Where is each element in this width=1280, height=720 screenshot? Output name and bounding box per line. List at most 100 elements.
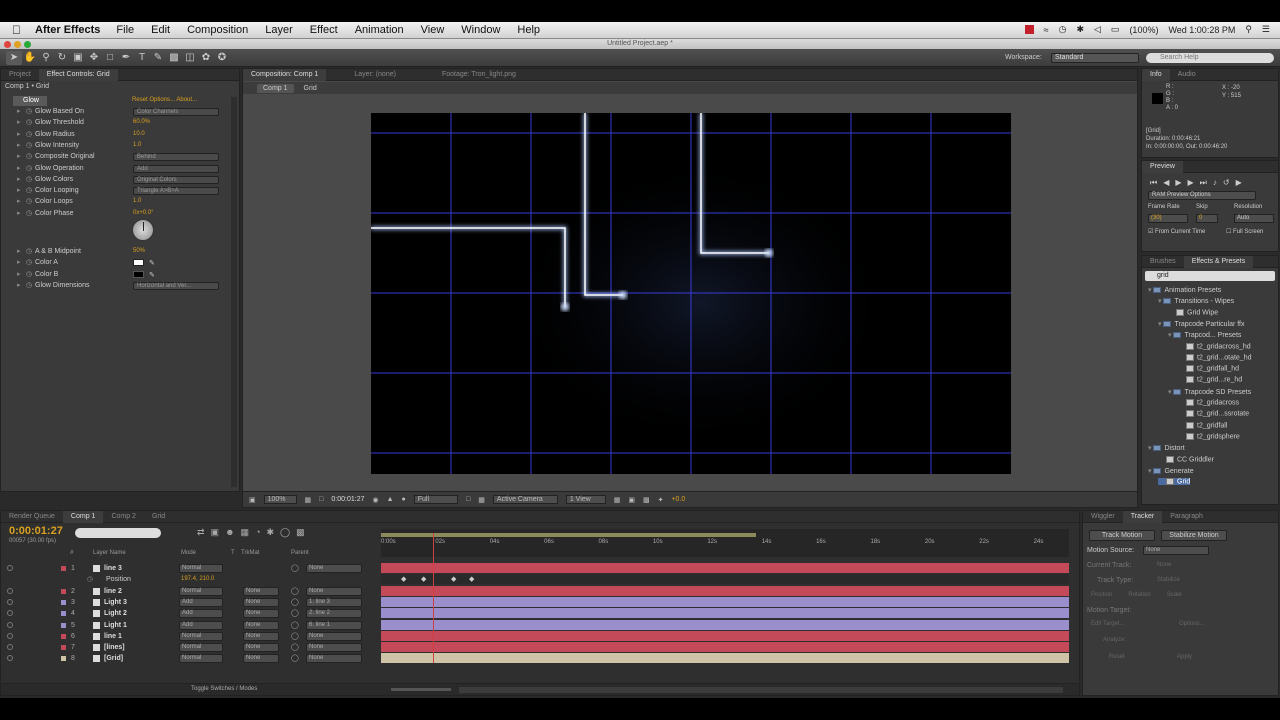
snapshot-icon[interactable]: ◉ [372, 496, 378, 504]
apple-icon[interactable]:  [12, 23, 21, 37]
apply-button[interactable]: Apply [1177, 654, 1192, 660]
expand-arrow-icon[interactable]: ▸ [17, 280, 21, 291]
trkmat-select[interactable]: None [243, 586, 279, 596]
parent-select[interactable]: None [306, 643, 362, 653]
property-value[interactable]: 0x+0.0° [133, 208, 154, 219]
zoom-tool-icon[interactable]: ⚲ [38, 51, 54, 65]
layer-name[interactable]: Light 2 [104, 608, 127, 619]
tab-layer[interactable]: Layer: (none) [346, 69, 404, 81]
pick-whip-icon[interactable]: ◯ [291, 597, 299, 608]
layer-duration-bar[interactable] [381, 563, 1069, 573]
layer-row[interactable]: 4 Light 2 Add None ◯ 2. line 2 [1, 608, 1081, 619]
mask-icon[interactable]: □ [319, 496, 323, 503]
options-button[interactable]: Options... [1179, 621, 1205, 627]
expand-arrow-icon[interactable]: ▸ [17, 257, 21, 268]
mode-select[interactable]: Add [179, 620, 223, 630]
clock[interactable]: Wed 1:00:28 PM [1168, 25, 1235, 35]
next-frame-icon[interactable]: ▶ [1188, 178, 1194, 188]
flowchart-icon[interactable]: ✦ [658, 496, 664, 504]
current-time-indicator[interactable] [432, 533, 434, 663]
eraser-tool-icon[interactable]: ◫ [182, 51, 198, 65]
label-color-swatch[interactable] [61, 611, 66, 617]
visibility-icon[interactable] [7, 598, 13, 605]
ram-preview-options[interactable]: RAM Preview Options [1148, 191, 1256, 200]
trkmat-select[interactable]: None [243, 654, 279, 664]
tab-render-queue[interactable]: Render Queue [1, 511, 63, 523]
expand-arrow-icon[interactable]: ▸ [17, 140, 21, 151]
draft-3d-icon[interactable]: ▣ [211, 527, 220, 538]
keyframe-track[interactable]: ◆ ◆ ◆ ◆ [381, 574, 1069, 585]
col-trkmat[interactable]: TrkMat [241, 550, 259, 556]
effects-tree-folder[interactable]: ▾ Animation Presets [1148, 286, 1221, 294]
pick-whip-icon[interactable]: ◯ [291, 653, 299, 664]
parent-select[interactable]: None [306, 631, 362, 641]
stopwatch-icon[interactable]: ◷ [26, 269, 32, 280]
menu-layer[interactable]: Layer [265, 24, 293, 36]
time-ruler[interactable]: 0:00s 02s 04s 06s 08s 10s 12s 14s 16s 18s 20s 22s 24… [381, 529, 1069, 557]
track-motion-button[interactable]: Track Motion [1089, 530, 1155, 541]
stopwatch-icon[interactable]: ◷ [87, 574, 93, 585]
effects-tree-folder[interactable]: ▾ Trapcode SD Presets [1168, 388, 1251, 396]
workspace-select[interactable]: Standard [1051, 53, 1139, 63]
timeline-icon[interactable]: ▩ [643, 496, 650, 504]
col-number[interactable]: # [70, 550, 73, 556]
effects-tree-item[interactable]: t2_grid...re_hd [1178, 376, 1242, 384]
play-icon[interactable]: ▶ [1175, 178, 1181, 188]
timeline-scrollbar[interactable] [459, 687, 1063, 693]
tab-paragraph[interactable]: Paragraph [1162, 511, 1211, 523]
tab-comp-1[interactable]: Comp 1 [62, 510, 104, 523]
menu-window[interactable]: Window [461, 24, 500, 36]
timeline-timecode[interactable]: 0:00:01:27 [9, 525, 63, 537]
pen-tool-icon[interactable]: ✒ [118, 51, 134, 65]
expand-arrow-icon[interactable]: ▸ [17, 163, 21, 174]
stopwatch-icon[interactable]: ◷ [26, 196, 32, 207]
search-icon[interactable]: ⚲ [1245, 24, 1252, 35]
mode-select[interactable]: Add [179, 597, 223, 607]
stopwatch-icon[interactable]: ◷ [26, 174, 32, 185]
layer-row[interactable]: 5 Light 1 Add None ◯ 6. line 1 [1, 619, 1081, 631]
tab-grid[interactable]: Grid [144, 511, 173, 523]
exposure-value[interactable]: +0.0 [671, 496, 685, 503]
time-machine-icon[interactable]: ◷ [1059, 24, 1067, 35]
stopwatch-icon[interactable]: ◷ [26, 117, 32, 128]
mode-select[interactable]: Normal [179, 564, 223, 573]
tab-effect-controls[interactable]: Effect Controls: Grid [38, 68, 118, 81]
tab-tracker[interactable]: Tracker [1122, 510, 1163, 523]
list-icon[interactable]: ☰ [1262, 24, 1270, 35]
frame-rate-select[interactable]: (30) [1148, 214, 1188, 223]
property-row[interactable]: ◷ Position 197.4, 210.0 ◆ ◆ ◆ ◆ [1, 574, 1081, 585]
tab-comp-2[interactable]: Comp 2 [103, 511, 144, 523]
property-dropdown[interactable]: Original Colors [133, 175, 219, 184]
property-dropdown[interactable]: Triangle A>B>A [133, 187, 219, 196]
expand-arrow-icon[interactable]: ▸ [17, 246, 21, 257]
property-dropdown[interactable]: Color Channels [133, 108, 219, 116]
viewer-timecode[interactable]: 0:00:01:27 [331, 496, 364, 503]
disclosure-triangle-icon[interactable]: ▾ [1148, 468, 1152, 475]
mode-select[interactable]: Normal [179, 654, 223, 664]
search-help-input[interactable]: Search Help [1146, 53, 1274, 63]
stopwatch-icon[interactable]: ◷ [26, 106, 32, 117]
loop-icon[interactable]: ↺ [1223, 178, 1230, 188]
wifi-icon[interactable]: ≈ [1044, 25, 1049, 35]
expand-arrow-icon[interactable]: ▸ [17, 196, 21, 207]
expand-arrow-icon[interactable]: ▸ [17, 117, 21, 128]
layer-row[interactable]: 3 Light 3 Add None ◯ 1. line 3 [1, 596, 1081, 608]
channel-icon[interactable]: ● [402, 496, 406, 503]
timeline-search-input[interactable] [75, 528, 161, 538]
mode-select[interactable]: Normal [179, 586, 223, 596]
effects-tree-item[interactable]: t2_grid...ssrotate [1178, 410, 1249, 418]
stopwatch-icon[interactable]: ◷ [26, 163, 32, 174]
property-dropdown[interactable]: Horizontal and Ver... [133, 281, 219, 290]
full-screen-checkbox[interactable]: ☐ Full Screen [1226, 228, 1263, 235]
layer-duration-bar[interactable] [381, 619, 1069, 630]
layer-row[interactable]: 7 [lines] Normal None ◯ None [1, 642, 1081, 653]
layer-duration-bar[interactable] [381, 596, 1069, 607]
ram-preview-icon[interactable]: ▶ [1236, 178, 1242, 188]
tab-footage[interactable]: Footage: Tron_light.png [434, 69, 524, 81]
tab-audio[interactable]: Audio [1170, 69, 1204, 81]
layer-name[interactable]: Light 3 [104, 597, 127, 608]
property-dropdown[interactable]: Behind [133, 153, 219, 162]
expand-arrow-icon[interactable]: ▸ [17, 185, 21, 196]
composition-canvas[interactable] [371, 113, 1011, 474]
resolution-select[interactable]: Full [413, 495, 459, 504]
